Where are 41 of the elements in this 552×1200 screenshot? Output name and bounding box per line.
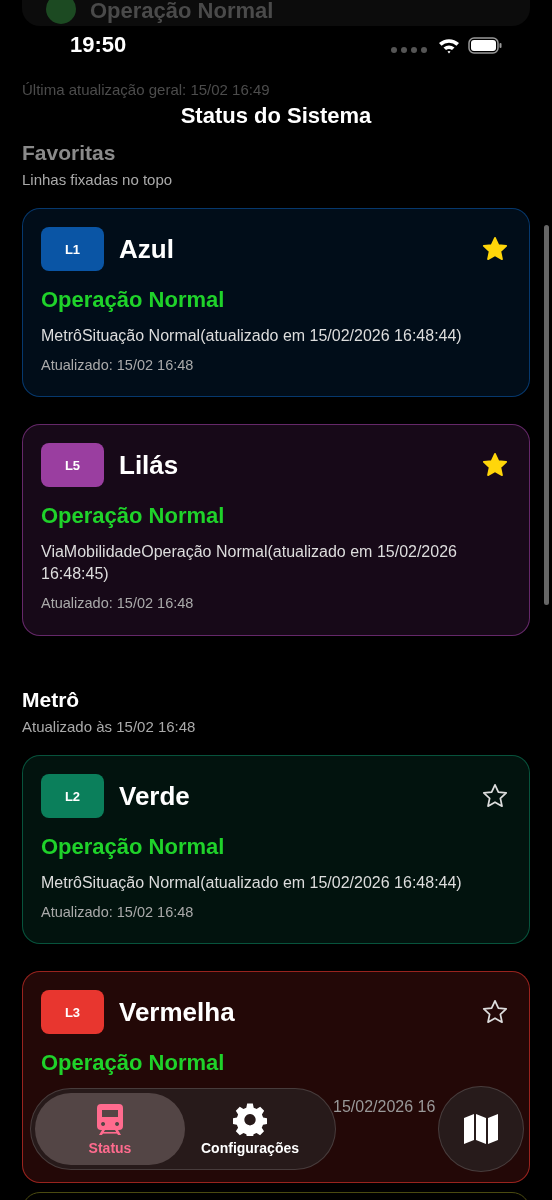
line-card[interactable]: L5 Lilás Operação Normal ViaMobilidadeOperação Normal(atualizado em 15/02/2026 16:48:45) Atualizado: 15/02 16:48 bbox=[22, 424, 530, 636]
update-time: Atualizado: 15/02 16:48 bbox=[41, 595, 195, 611]
line-name: Azul bbox=[119, 233, 175, 265]
update-time: Atualizado: 15/02 16:48 bbox=[41, 357, 195, 373]
settings-icon bbox=[233, 1102, 267, 1136]
status-text: Operação Normal bbox=[41, 834, 226, 860]
line-badge: L3 bbox=[41, 990, 104, 1034]
map-icon bbox=[462, 1111, 500, 1147]
star-icon[interactable] bbox=[481, 235, 509, 263]
page-title: Status do Sistema bbox=[179, 103, 373, 129]
section-subtitle: Atualizado às 15/02 16:48 bbox=[22, 718, 197, 735]
line-name: Vermelha bbox=[119, 996, 236, 1028]
status-description: 15/02/2026 16 bbox=[333, 1097, 437, 1117]
section-title: Favoritas bbox=[22, 141, 117, 165]
line-card[interactable]: L2 Verde Operação Normal MetrôSituação Normal(atualizado em 15/02/2026 16:48:44) Atualizado: 15/02 16:48 bbox=[22, 755, 530, 944]
line-badge: L5 bbox=[41, 443, 104, 487]
status-text: Operação Normal bbox=[41, 287, 226, 313]
line-badge: L2 bbox=[41, 774, 104, 818]
update-text: Última atualização geral: 15/02 16:49 bbox=[22, 81, 271, 98]
line-name: Lilás bbox=[119, 449, 180, 481]
battery-icon bbox=[468, 36, 502, 54]
line-name: Verde bbox=[119, 780, 191, 812]
status-description: ViaMobilidadeOperação Normal(atualizado em 15/02/2026 16:48:45) bbox=[41, 542, 458, 584]
section-subtitle: Linhas fixadas no topo bbox=[22, 171, 174, 188]
status-text: Operação Normal bbox=[90, 0, 274, 24]
status-description: MetrôSituação Normal(atualizado em 15/02/2026 16:48:44) bbox=[41, 873, 463, 893]
line-badge: L1 bbox=[41, 227, 104, 271]
status-text: Operação Normal bbox=[41, 503, 226, 529]
status-description: MetrôSituação Normal(atualizado em 15/02/2026 16:48:44) bbox=[41, 326, 463, 346]
tab[interactable]: Configurações bbox=[189, 1093, 311, 1165]
line-card[interactable]: L1 Azul Operação Normal MetrôSituação Normal(atualizado em 15/02/2026 16:48:44) Atualizado: 15/02 16:48 bbox=[22, 208, 530, 397]
clock: 19:50 bbox=[70, 32, 127, 58]
update-time: Atualizado: 15/02 16:48 bbox=[41, 904, 195, 920]
star-icon[interactable] bbox=[481, 998, 509, 1026]
train-icon bbox=[95, 1102, 125, 1136]
section-title: Metrô bbox=[22, 688, 81, 712]
signal-icon bbox=[390, 46, 430, 54]
wifi-icon bbox=[438, 36, 460, 54]
status-text: Operação Normal bbox=[41, 1050, 226, 1076]
star-icon[interactable] bbox=[481, 451, 509, 479]
star-icon[interactable] bbox=[481, 782, 509, 810]
